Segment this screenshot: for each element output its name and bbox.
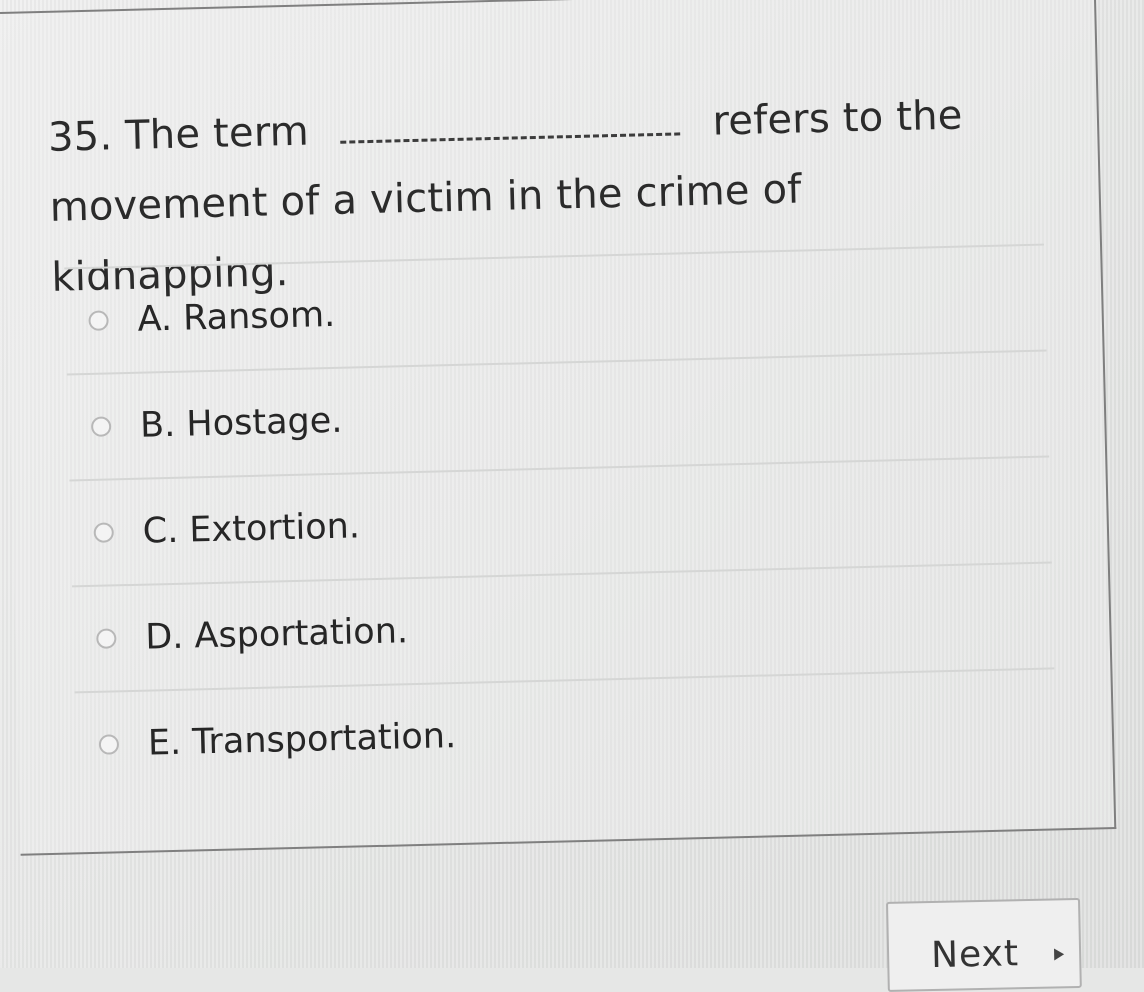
radio-button-a[interactable]: [88, 310, 109, 331]
next-button-label[interactable]: Next: [931, 933, 1020, 976]
option-b-label[interactable]: B. Hostage.: [140, 399, 343, 448]
radio-button-b[interactable]: [90, 416, 112, 437]
option-d-label[interactable]: D. Asportation.: [145, 609, 409, 659]
next-button[interactable]: Next: [886, 897, 1082, 992]
radio-button-d[interactable]: [96, 628, 117, 649]
radio-button-c[interactable]: [93, 522, 114, 543]
fill-in-blank: [339, 110, 680, 144]
question-number: 35.: [47, 113, 113, 161]
option-e-label[interactable]: E. Transportation.: [147, 714, 456, 766]
question-text-before: The term: [124, 108, 310, 159]
radio-button-e[interactable]: [98, 734, 120, 755]
question-card: 35. The term refers to the movement of a…: [0, 0, 1117, 856]
option-a-label[interactable]: A. Ransom.: [137, 293, 336, 342]
caret-right-icon: [1054, 948, 1065, 961]
answer-options: A. Ransom. B. Hostage. C. Extortion. D. …: [64, 243, 1057, 798]
option-c-label[interactable]: C. Extortion.: [142, 504, 360, 553]
